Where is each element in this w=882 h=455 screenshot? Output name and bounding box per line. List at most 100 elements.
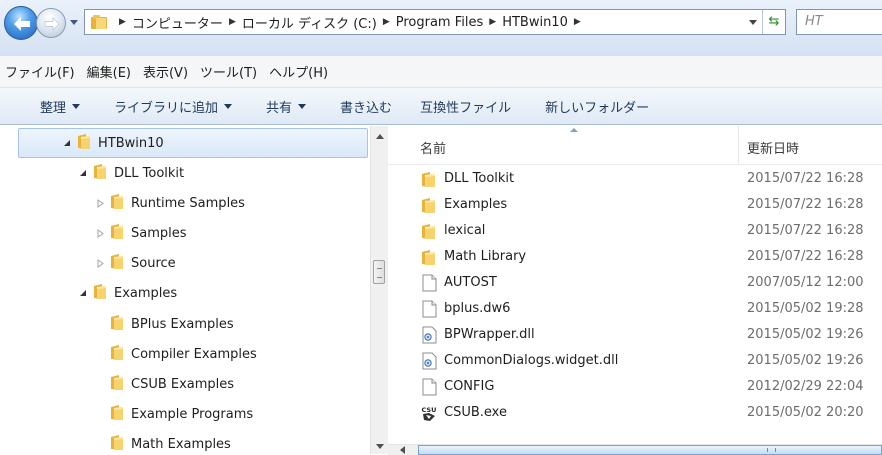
folder-icon: [420, 170, 438, 188]
file-name: CONFIG: [444, 379, 495, 394]
file-row[interactable]: DLL Toolkit 2015/07/22 16:28: [388, 166, 882, 192]
file-row[interactable]: BPWrapper.dll 2015/05/02 19:26: [388, 322, 882, 348]
breadcrumb-local-disk[interactable]: ▶ ローカル ディスク (C:): [223, 13, 377, 32]
tree-item-label: DLL Toolkit: [114, 165, 185, 181]
address-history-dropdown[interactable]: [749, 20, 757, 25]
folder-icon: [91, 15, 107, 29]
horizontal-scrollbar[interactable]: [388, 444, 882, 455]
tree-item[interactable]: Compiler Examples: [94, 339, 257, 369]
file-row[interactable]: lexical 2015/07/22 16:28: [388, 218, 882, 244]
recent-pages-dropdown[interactable]: [70, 20, 78, 25]
burn-button[interactable]: 書き込む: [318, 97, 404, 116]
tree-item[interactable]: BPlus Examples: [94, 309, 234, 339]
tree-item[interactable]: HTBwin10: [18, 128, 368, 158]
file-name: DLL Toolkit: [444, 171, 515, 186]
menu-tools[interactable]: ツール(T): [195, 62, 264, 81]
column-header-date[interactable]: 更新日時: [747, 138, 799, 157]
folder-icon: [93, 163, 107, 184]
scroll-left-icon[interactable]: [400, 446, 405, 454]
tree-item-label: Example Programs: [131, 406, 254, 422]
organize-label: 整理: [40, 100, 67, 116]
file-row[interactable]: CSU CSUB.exe 2015/05/02 20:20: [388, 400, 882, 426]
sort-ascending-icon: [570, 128, 578, 132]
file-name: CommonDialogs.widget.dll: [444, 353, 619, 368]
organize-button[interactable]: 整理: [0, 97, 92, 116]
dll-icon: [420, 326, 438, 344]
file-row[interactable]: AUTOST 2007/05/12 12:00: [388, 270, 882, 296]
breadcrumb-computer[interactable]: ▶ コンピューター: [113, 13, 223, 32]
file-icon: [420, 274, 438, 292]
scroll-up-icon[interactable]: [376, 134, 384, 139]
menu-bar: ファイル(F) 編集(E) 表示(V) ツール(T) ヘルプ(H): [0, 56, 882, 88]
tree-item-label: HTBwin10: [98, 135, 164, 151]
tree-item[interactable]: Source: [94, 248, 176, 278]
file-icon: [420, 378, 438, 396]
tree-item-label: Samples: [131, 225, 187, 241]
back-button[interactable]: [4, 6, 38, 40]
menu-help[interactable]: ヘルプ(H): [264, 62, 335, 81]
scroll-thumb[interactable]: [373, 260, 385, 284]
expanded-arrow-icon[interactable]: [77, 287, 89, 299]
tree-item[interactable]: DLL Toolkit: [77, 158, 184, 188]
menu-view[interactable]: 表示(V): [138, 62, 195, 81]
share-button[interactable]: 共有: [244, 97, 318, 116]
add-to-library-label: ライブラリに追加: [114, 100, 219, 116]
tree-item-label: Examples: [114, 285, 178, 301]
tree-item[interactable]: Math Examples: [94, 429, 231, 454]
chevron-down-icon: [72, 103, 81, 109]
tree-item[interactable]: Runtime Samples: [94, 188, 245, 218]
collapsed-arrow-icon[interactable]: [94, 227, 106, 239]
file-modified-date: 2012/02/29 22:04: [747, 379, 864, 394]
compat-files-button[interactable]: 互換性ファイル: [404, 97, 523, 116]
column-divider[interactable]: [738, 126, 739, 164]
menu-file[interactable]: ファイル(F): [0, 62, 82, 81]
new-folder-button[interactable]: 新しいフォルダー: [523, 97, 661, 116]
folder-icon: [110, 193, 124, 214]
file-modified-date: 2015/07/22 16:28: [747, 171, 864, 186]
file-row[interactable]: CONFIG 2012/02/29 22:04: [388, 374, 882, 400]
file-modified-date: 2015/05/02 19:28: [747, 301, 864, 316]
column-header-name[interactable]: 名前: [420, 138, 446, 157]
refresh-icon: ⇆: [768, 14, 780, 29]
command-bar: 整理 ライブラリに追加 共有 書き込む 互換性ファイル 新しいフォルダー: [0, 88, 882, 125]
add-to-library-button[interactable]: ライブラリに追加: [92, 97, 244, 116]
folder-icon: [420, 196, 438, 214]
file-row[interactable]: Examples 2015/07/22 16:28: [388, 192, 882, 218]
breadcrumb-label: Program Files: [395, 14, 484, 30]
collapsed-arrow-icon[interactable]: [94, 197, 106, 209]
address-box[interactable]: ▶ コンピューター ▶ ローカル ディスク (C:) ▶ Program Files …: [84, 9, 786, 35]
expanded-arrow-icon[interactable]: [77, 167, 89, 179]
breadcrumb-program-files[interactable]: ▶ Program Files: [377, 15, 483, 30]
folder-icon: [110, 314, 124, 335]
tree-item[interactable]: Example Programs: [94, 399, 253, 429]
menu-edit[interactable]: 編集(E): [82, 62, 138, 81]
collapsed-arrow-icon[interactable]: [94, 257, 106, 269]
navigation-pane: HTBwin10 DLL Toolkit Runtime Samples Sample…: [0, 126, 370, 454]
file-modified-date: 2015/05/02 20:20: [747, 405, 864, 420]
navigation-scrollbar[interactable]: [370, 126, 388, 454]
breadcrumb-label: ローカル ディスク (C:): [241, 16, 377, 32]
expanded-arrow-icon[interactable]: [61, 137, 73, 149]
folder-icon: [110, 434, 124, 455]
tree-item[interactable]: Samples: [94, 218, 187, 248]
search-input[interactable]: HT: [796, 9, 882, 35]
forward-button[interactable]: [36, 8, 66, 38]
back-arrow-icon: [14, 17, 30, 31]
file-name: Math Library: [444, 249, 527, 264]
share-label: 共有: [266, 100, 293, 116]
tree-item-label: Compiler Examples: [131, 346, 257, 362]
breadcrumb-htbwin10[interactable]: ▶ HTBwin10 ▶: [483, 15, 587, 30]
file-name: BPWrapper.dll: [444, 327, 535, 342]
file-modified-date: 2007/05/12 12:00: [747, 275, 864, 290]
file-modified-date: 2015/07/22 16:28: [747, 249, 864, 264]
file-row[interactable]: bplus.dw6 2015/05/02 19:28: [388, 296, 882, 322]
tree-item[interactable]: Examples: [77, 278, 177, 308]
refresh-button[interactable]: ⇆: [762, 10, 785, 34]
file-row[interactable]: Math Library 2015/07/22 16:28: [388, 244, 882, 270]
scroll-down-icon[interactable]: [376, 444, 384, 449]
tree-item[interactable]: CSUB Examples: [94, 369, 234, 399]
file-row[interactable]: CommonDialogs.widget.dll 2015/05/02 19:26: [388, 348, 882, 374]
file-modified-date: 2015/07/22 16:28: [747, 223, 864, 238]
forward-arrow-icon: [44, 17, 60, 31]
